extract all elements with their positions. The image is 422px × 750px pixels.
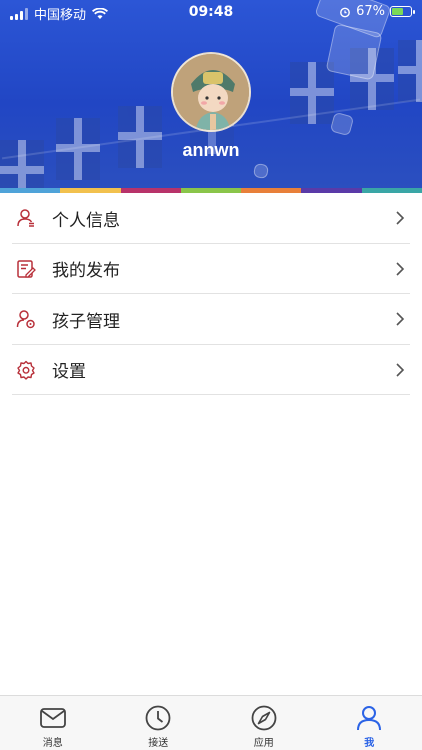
menu-item-label: 个人信息 — [52, 210, 120, 231]
user-icon — [17, 209, 34, 227]
menu-item-label: 孩子管理 — [52, 311, 120, 332]
chevron-right-icon — [396, 211, 405, 225]
edit-document-icon — [17, 260, 36, 278]
status-bar: 中国移动 09:48 67% — [0, 0, 422, 24]
chevron-right-icon — [396, 262, 405, 276]
profile-screen: 中国移动 09:48 67% annwn 个人信息 我的发布 孩子管理 设置 消… — [0, 0, 422, 750]
menu-item-personal-info[interactable]: 个人信息 — [0, 193, 422, 244]
glass-square-decoration — [252, 162, 270, 180]
menu-item-label: 我的发布 — [52, 261, 120, 282]
bottom-tab-bar: 消息 接送 应用 我 — [0, 695, 422, 750]
profile-header: 中国移动 09:48 67% annwn — [0, 0, 422, 188]
clock-icon — [145, 705, 171, 731]
compass-icon — [251, 705, 277, 731]
chevron-right-icon — [396, 312, 405, 326]
battery-icon — [390, 6, 415, 17]
glass-square-decoration — [329, 111, 355, 137]
username: annwn — [182, 140, 240, 160]
menu-item-child-management[interactable]: 孩子管理 — [0, 294, 422, 345]
battery-percent: 67% — [356, 4, 385, 19]
flag-decoration — [398, 40, 422, 102]
gear-icon — [17, 360, 35, 380]
tab-pickup[interactable]: 接送 — [106, 696, 212, 750]
person-icon — [357, 706, 382, 731]
chevron-right-icon — [396, 363, 405, 377]
avatar-illustration — [173, 54, 249, 130]
tab-apps[interactable]: 应用 — [211, 696, 317, 750]
tab-label: 接送 — [148, 738, 169, 749]
profile-menu: 个人信息 我的发布 孩子管理 设置 — [0, 193, 422, 395]
tab-label: 我 — [364, 738, 375, 749]
alarm-icon — [340, 7, 350, 17]
tab-label: 应用 — [253, 738, 274, 749]
avatar[interactable] — [171, 52, 251, 132]
tab-label: 消息 — [42, 738, 63, 749]
menu-item-settings[interactable]: 设置 — [0, 345, 422, 396]
mail-icon — [39, 708, 66, 728]
tab-messages[interactable]: 消息 — [0, 696, 106, 750]
child-settings-icon — [16, 310, 35, 329]
menu-item-label: 设置 — [52, 362, 86, 383]
tab-me[interactable]: 我 — [317, 696, 422, 750]
menu-item-my-posts[interactable]: 我的发布 — [0, 244, 422, 295]
